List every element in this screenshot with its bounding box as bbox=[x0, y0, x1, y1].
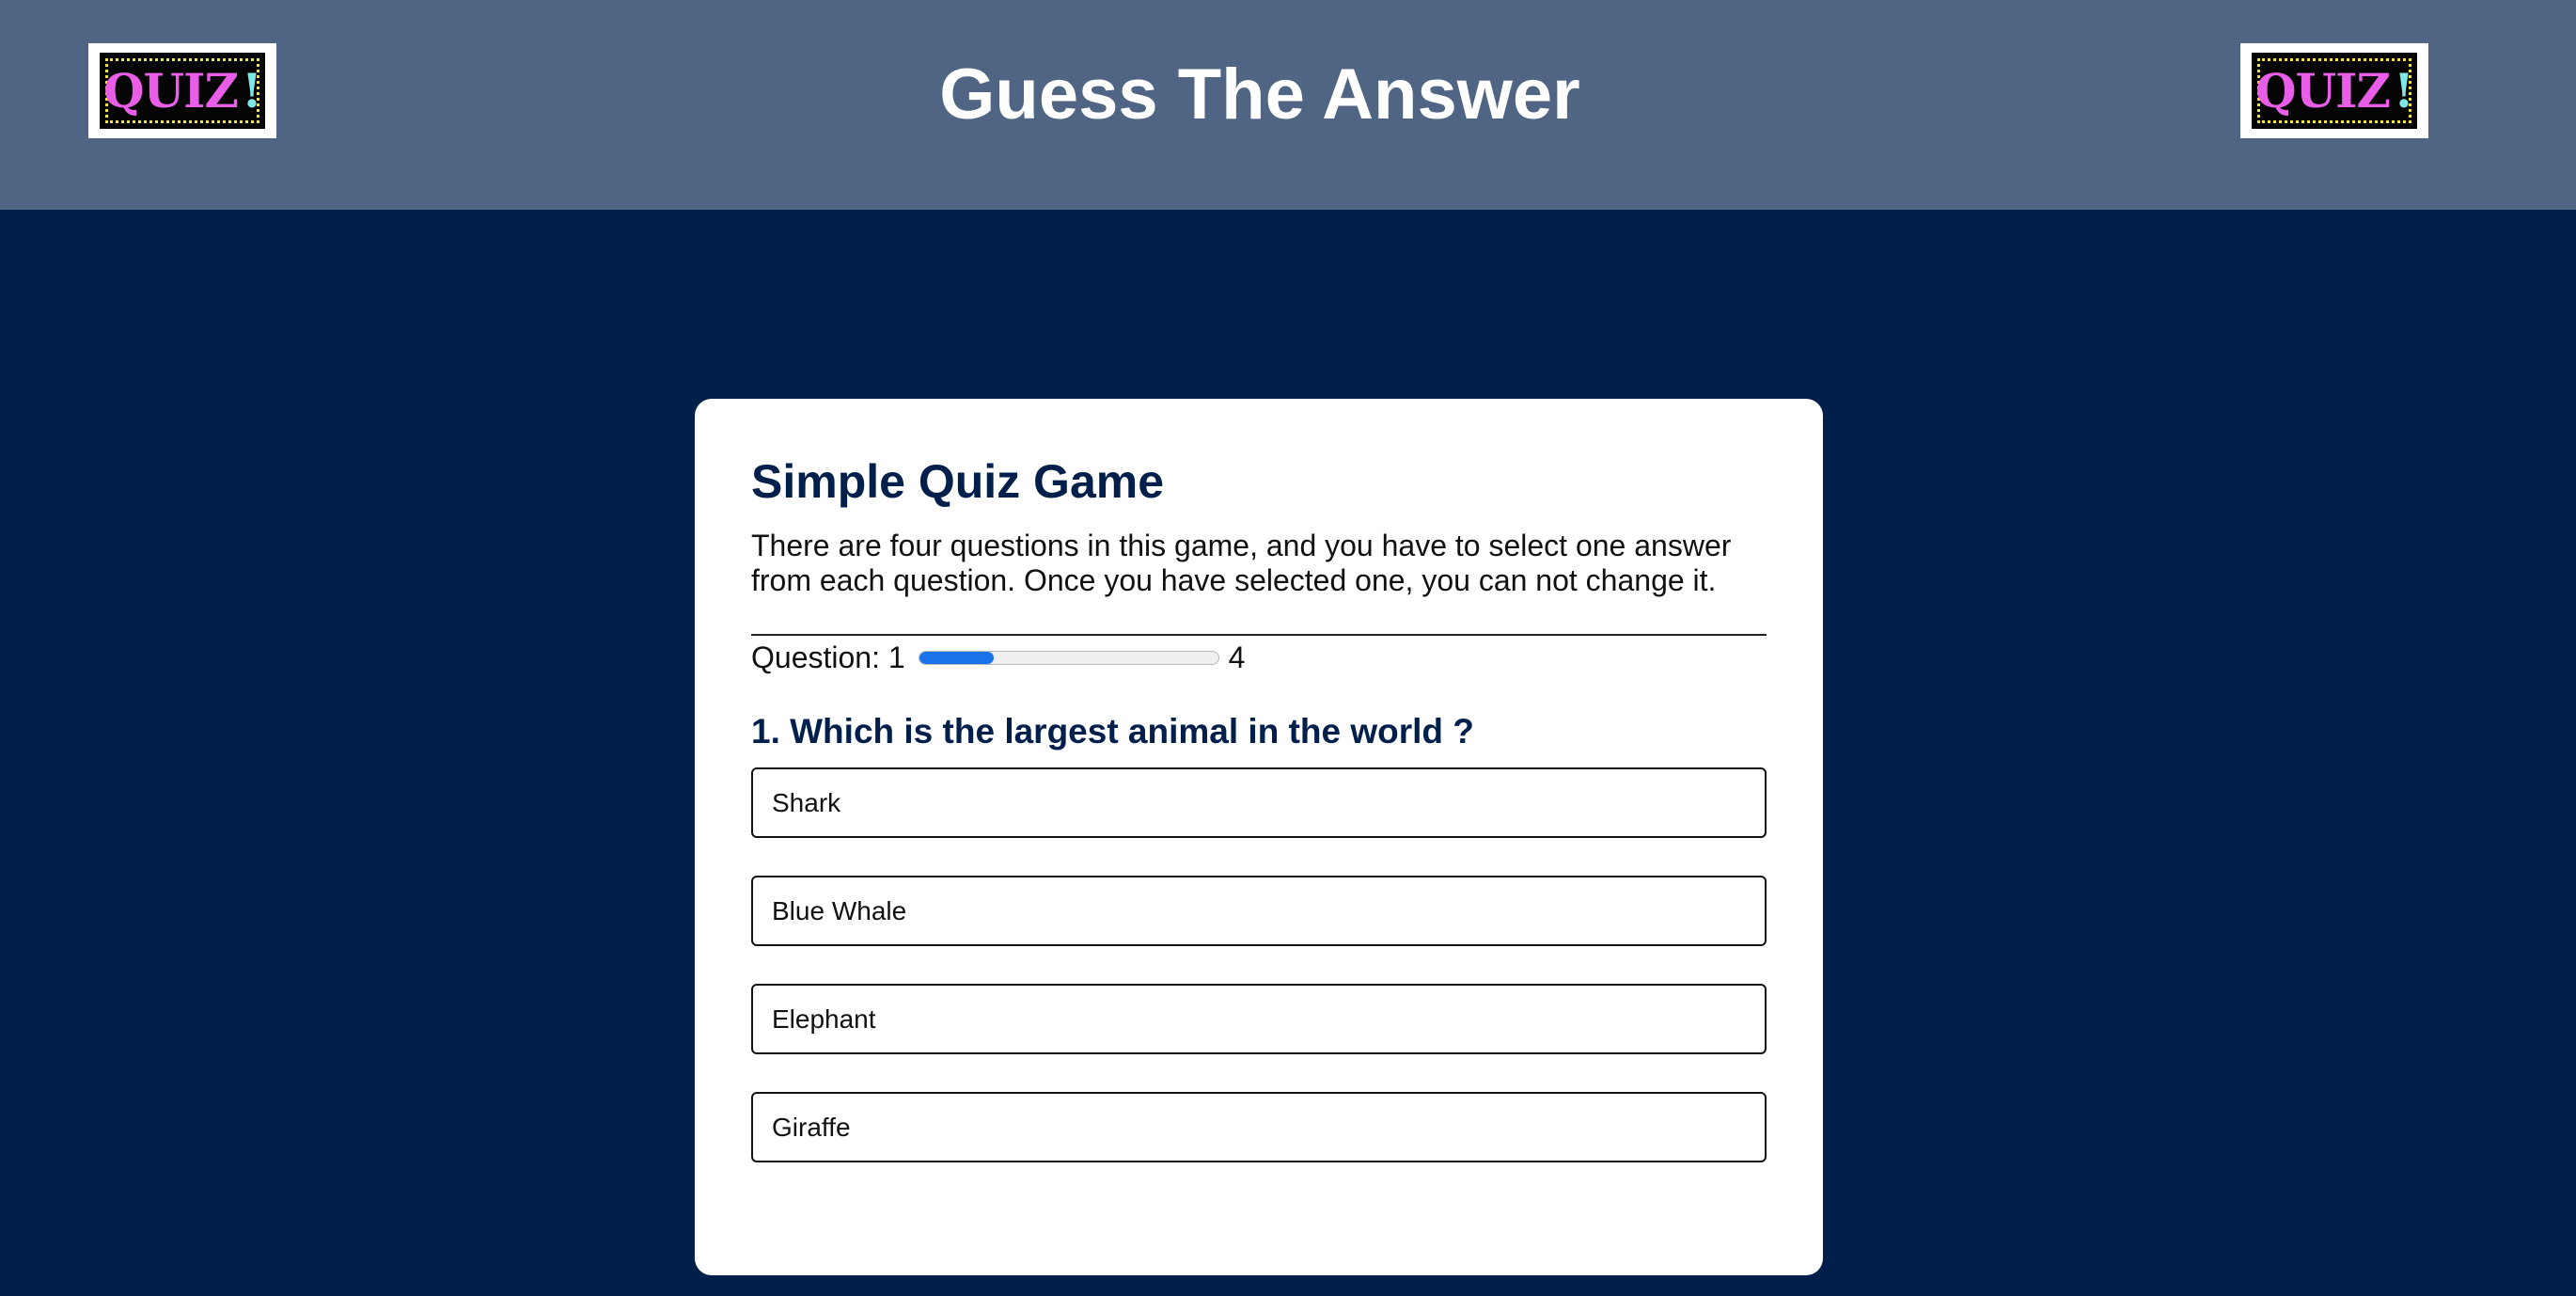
quiz-description: There are four questions in this game, a… bbox=[751, 529, 1732, 597]
answer-option-giraffe[interactable]: Giraffe bbox=[751, 1092, 1767, 1162]
quiz-logo-word: QUIZ bbox=[2255, 63, 2391, 119]
answer-option-blue-whale[interactable]: Blue Whale bbox=[751, 876, 1767, 946]
quiz-title: Simple Quiz Game bbox=[751, 455, 1165, 508]
divider bbox=[751, 634, 1767, 636]
answer-option-shark[interactable]: Shark bbox=[751, 767, 1767, 838]
question-text: 1. Which is the largest animal in the wo… bbox=[751, 712, 1474, 751]
quiz-card: Simple Quiz Game There are four question… bbox=[695, 399, 1823, 1275]
quiz-logo-inner: QUIZ! bbox=[2252, 53, 2417, 129]
question-progress: Question: 1 4 bbox=[751, 640, 1767, 675]
progress-bar-fill bbox=[919, 651, 995, 664]
quiz-logo-exclamation: ! bbox=[2394, 63, 2414, 119]
answer-options: Shark Blue Whale Elephant Giraffe bbox=[751, 767, 1767, 1162]
progress-label: Question: bbox=[751, 640, 880, 674]
site-header: QUIZ! Guess The Answer QUIZ! bbox=[0, 0, 2576, 210]
progress-current: 1 bbox=[887, 640, 905, 674]
answer-option-elephant[interactable]: Elephant bbox=[751, 984, 1767, 1054]
quiz-logo-right: QUIZ! bbox=[2240, 43, 2428, 138]
progress-bar bbox=[918, 650, 1219, 665]
progress-total: 4 bbox=[1228, 640, 1246, 674]
site-title: Guess The Answer bbox=[939, 55, 1580, 134]
quiz-logo-frame: QUIZ! bbox=[2255, 58, 2414, 123]
